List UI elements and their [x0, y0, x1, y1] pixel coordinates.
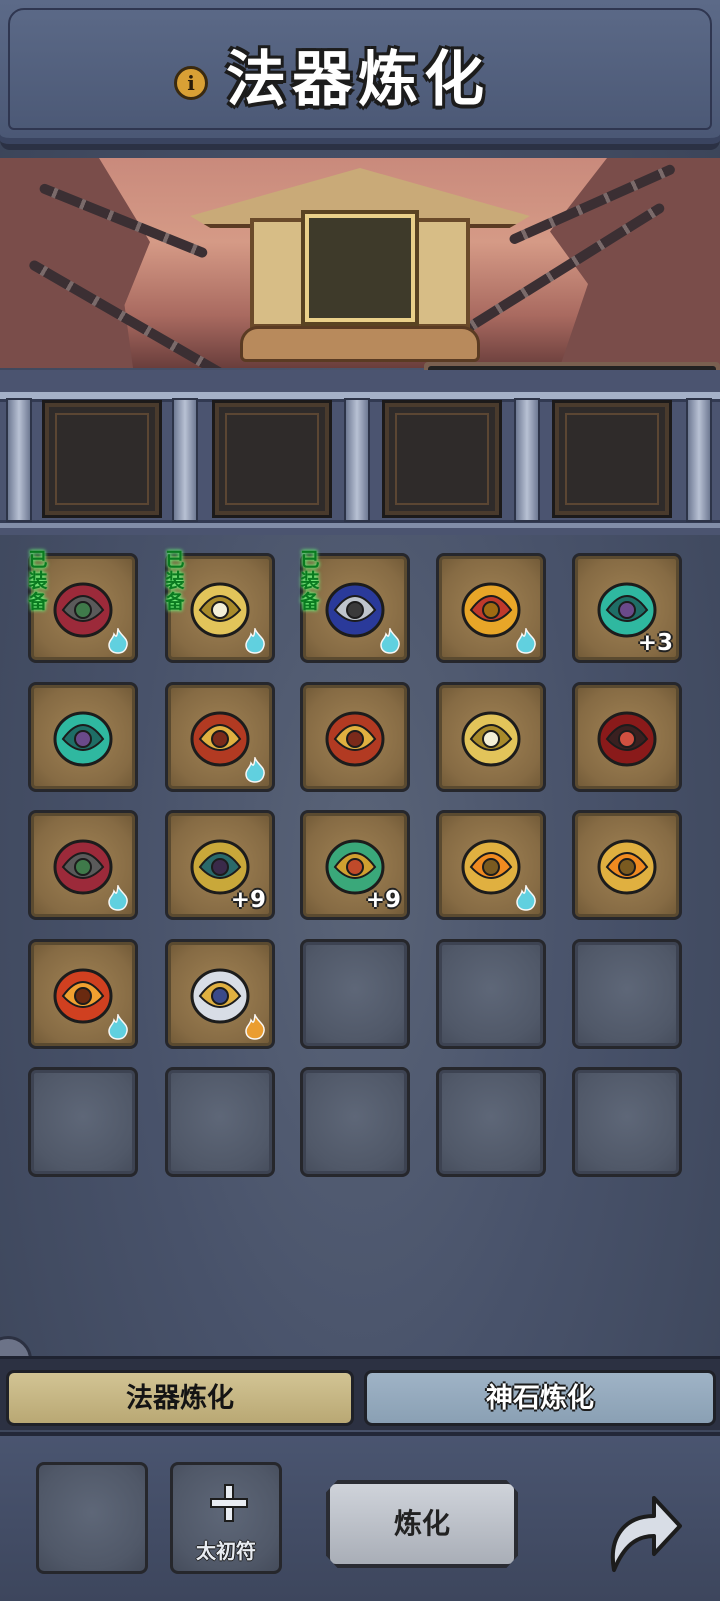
tab-godstone-refine[interactable]: 神石炼化: [364, 1370, 716, 1426]
inventory-item[interactable]: +9: [165, 810, 275, 920]
talisman-label: 太初符: [196, 1539, 256, 1563]
inventory-item[interactable]: [436, 810, 546, 920]
empty-slot[interactable]: [300, 939, 410, 1049]
refine-button[interactable]: 炼化: [326, 1480, 518, 1568]
material-slot[interactable]: [552, 400, 672, 518]
tab-artifact-refine[interactable]: 法器炼化: [6, 1370, 354, 1426]
blue-flame-icon: [516, 885, 536, 911]
inventory-item[interactable]: 已装备: [300, 550, 410, 663]
empty-slot[interactable]: [572, 939, 682, 1049]
cliff-left: [0, 158, 150, 368]
inventory-item[interactable]: [28, 939, 138, 1049]
inventory-item[interactable]: 已装备: [28, 550, 138, 663]
empty-slot[interactable]: [165, 1067, 275, 1177]
page-title: 法器炼化: [226, 45, 490, 115]
shrine-item-slot[interactable]: [305, 214, 415, 322]
blue-flame-icon: [245, 757, 265, 783]
pillar: [686, 398, 712, 522]
inventory-item[interactable]: +9: [300, 810, 410, 920]
shrine-base: [240, 326, 480, 362]
material-slot-row: [0, 370, 720, 535]
jade-necklace-icon: [53, 711, 113, 767]
empty-slot[interactable]: [28, 1067, 138, 1177]
inventory-item[interactable]: [436, 553, 546, 663]
golden-mace-icon: [597, 839, 657, 895]
return-arrow-icon[interactable]: [602, 1486, 682, 1574]
refine-target-slot[interactable]: [36, 1462, 148, 1574]
empty-slot[interactable]: [436, 939, 546, 1049]
blue-flame-icon: [108, 885, 128, 911]
plus-icon: [210, 1484, 248, 1522]
shrine-scene: [0, 158, 720, 368]
blue-flame-icon: [245, 628, 265, 654]
inventory-item[interactable]: [28, 810, 138, 920]
pillar: [6, 398, 32, 522]
pillar: [172, 398, 198, 522]
refine-screen: i 法器炼化 已装备 已装备 已装备 +3 +9 +9 法器炼化 神石炼化 太初…: [0, 0, 720, 1601]
blue-flame-icon: [380, 628, 400, 654]
inventory-item[interactable]: [28, 682, 138, 792]
inventory-item[interactable]: [300, 682, 410, 792]
pillar: [344, 398, 370, 522]
empty-slot[interactable]: [436, 1067, 546, 1177]
golden-boots-icon: [461, 711, 521, 767]
enhance-level: +3: [637, 630, 673, 656]
inventory-item[interactable]: [572, 682, 682, 792]
info-icon[interactable]: i: [174, 66, 208, 100]
winged-boots-icon: [325, 711, 385, 767]
crimson-armor-icon: [597, 711, 657, 767]
material-slot[interactable]: [212, 400, 332, 518]
enhance-level: +9: [230, 887, 266, 913]
inventory-item[interactable]: [165, 682, 275, 792]
blue-flame-icon: [108, 1014, 128, 1040]
material-slot[interactable]: [42, 400, 162, 518]
enhance-level: +9: [365, 887, 401, 913]
empty-slot[interactable]: [300, 1067, 410, 1177]
inventory-item[interactable]: 已装备: [165, 550, 275, 663]
blue-flame-icon: [516, 628, 536, 654]
empty-slot[interactable]: [572, 1067, 682, 1177]
orange-flame-icon: [245, 1014, 265, 1040]
inventory-item[interactable]: [572, 810, 682, 920]
equipped-tag: 已装备: [28, 549, 48, 613]
inventory-item[interactable]: +3: [572, 553, 682, 663]
material-slot[interactable]: [382, 400, 502, 518]
pillar: [514, 398, 540, 522]
title-banner: i 法器炼化: [0, 0, 720, 150]
equipped-tag: 已装备: [165, 549, 185, 613]
talisman-slot[interactable]: 太初符: [170, 1462, 282, 1574]
inventory-item[interactable]: [436, 682, 546, 792]
equipped-tag: 已装备: [300, 549, 320, 613]
blue-flame-icon: [108, 628, 128, 654]
inventory-item[interactable]: [165, 939, 275, 1049]
